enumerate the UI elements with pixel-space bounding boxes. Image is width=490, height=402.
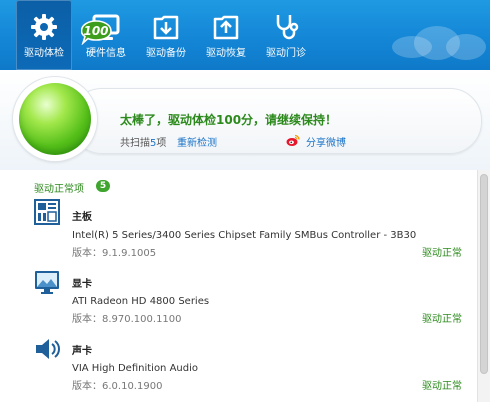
motherboard-icon [33, 198, 61, 226]
section-title: 驱动正常项 [34, 184, 84, 195]
tab-driver-checkup[interactable]: 驱动体检 [16, 0, 72, 70]
section-count-badge: 5 [96, 180, 110, 192]
gear-icon [28, 11, 60, 43]
share-weibo-link[interactable]: 分享微博 [306, 134, 346, 149]
result-headline: 太棒了，驱动体检100分，请继续保持！ [120, 113, 338, 127]
scrollbar-thumb[interactable] [480, 174, 488, 374]
recheck-link[interactable]: 重新检测 [177, 134, 217, 149]
tab-driver-backup[interactable]: 驱动备份 [138, 0, 194, 70]
tab-label: 硬件信息 [86, 48, 126, 59]
cloud-decoration [446, 34, 486, 60]
tab-driver-restore[interactable]: 驱动恢复 [198, 0, 254, 70]
score-badge: 100 [81, 20, 113, 45]
tab-label: 驱动门诊 [266, 48, 306, 59]
device-title: 显卡 [72, 279, 92, 290]
device-version: 版本：8.970.100.1100 [72, 314, 182, 325]
device-status: 驱动正常 [422, 314, 462, 325]
device-status: 驱动正常 [422, 381, 462, 392]
device-title: 声卡 [72, 346, 92, 357]
restore-icon [210, 11, 242, 43]
scan-summary-suffix: 项 [156, 138, 167, 149]
driver-list: 驱动正常项 5 主板 Intel(R) 5 Series/3400 Series… [0, 170, 476, 402]
score-orb-frame [13, 77, 97, 161]
stethoscope-icon [270, 11, 302, 43]
device-title: 主板 [72, 212, 92, 223]
tab-label: 驱动备份 [146, 48, 186, 59]
score-value: 100 [83, 24, 109, 38]
backup-icon [150, 11, 182, 43]
device-version: 版本：9.1.9.1005 [72, 248, 157, 259]
weibo-icon[interactable] [286, 132, 300, 146]
device-name: VIA High Definition Audio [72, 363, 198, 374]
display-icon [33, 268, 61, 296]
tab-label: 驱动恢复 [206, 48, 246, 59]
tab-label: 驱动体检 [24, 48, 64, 59]
driver-app-window: 驱动体检 硬件信息 驱动备份 驱动恢复 驱动门诊 100 太棒了，驱动体检100… [0, 0, 490, 402]
tab-driver-clinic[interactable]: 驱动门诊 [258, 0, 314, 70]
device-name: Intel(R) 5 Series/3400 Series Chipset Fa… [72, 230, 417, 241]
scan-summary: 共扫描5项 [120, 134, 166, 149]
device-name: ATI Radeon HD 4800 Series [72, 296, 210, 307]
score-orb [19, 83, 91, 155]
speaker-icon [33, 335, 61, 363]
device-status: 驱动正常 [422, 248, 462, 259]
scan-summary-prefix: 共扫描 [120, 138, 150, 149]
device-version: 版本：6.0.10.1900 [72, 381, 163, 392]
top-toolbar: 驱动体检 硬件信息 驱动备份 驱动恢复 驱动门诊 [0, 0, 490, 70]
